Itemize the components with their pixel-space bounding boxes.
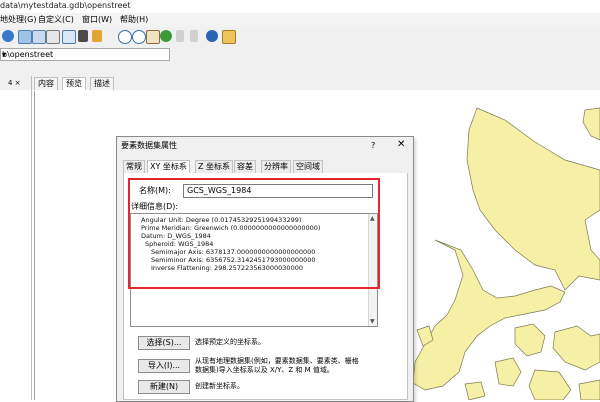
detail-line: Inverse Flattening: 298.2572235630000300… — [151, 264, 303, 272]
detail-line: Semiminor Axis: 6356752.3142451793000000… — [151, 256, 316, 264]
dialog-title: 要素数据集属性 — [121, 141, 177, 150]
zoom-in-icon[interactable] — [118, 30, 132, 44]
tab-z-coordinate-system[interactable]: Z 坐标系 — [195, 160, 234, 173]
new-description: 创建新坐标系。 — [195, 382, 244, 390]
menu-bar: 地处理(G) 自定义(C) 窗口(W) 帮助(H) — [0, 13, 600, 27]
open-folder-icon[interactable] — [222, 30, 236, 44]
pan-hand-icon[interactable] — [146, 30, 160, 44]
details-label: 详细信息(D): — [131, 202, 179, 211]
content-tabs: 内容 预览 描述 — [32, 76, 600, 91]
catalog-tree-pane: 4 × — [0, 76, 32, 400]
chevron-down-icon[interactable]: ▾ — [2, 49, 168, 60]
tab-tolerance[interactable]: 容差 — [234, 160, 256, 173]
window-title-bar: data\mytestdata.gdb\openstreet — [0, 0, 600, 13]
coordinate-system-name-field[interactable]: GCS_WGS_1984 — [183, 184, 373, 198]
forward-arrow-icon[interactable] — [190, 30, 198, 42]
detail-line: Semimajor Axis: 6378137.0000000000000000… — [151, 248, 316, 256]
tab-domain[interactable]: 空间域 — [293, 160, 323, 173]
map-polygon — [494, 357, 522, 387]
select-button-label: 选择(S)... — [146, 338, 182, 347]
standard-toolbar — [0, 27, 600, 48]
select-button[interactable]: 选择(S)... — [138, 336, 190, 350]
detail-line: Spheroid: WGS_1984 — [145, 240, 214, 248]
map-polygon — [528, 369, 572, 400]
new-button[interactable]: 新建(N) — [138, 380, 190, 394]
tool-icon[interactable] — [92, 30, 102, 42]
details-scrollbar[interactable]: ▲ ▼ — [368, 214, 377, 326]
menu-item-help[interactable]: 帮助(H) — [120, 14, 148, 26]
name-label: 名称(M): — [139, 186, 171, 195]
view-details-icon[interactable] — [62, 30, 76, 44]
map-polygon — [464, 381, 486, 400]
location-bar: b\openstreet ▾ — [0, 47, 600, 62]
connect-folder-icon[interactable] — [78, 30, 88, 42]
import-description: 从现有地理数据集(例如，要素数据集、要素类、栅格 — [195, 357, 359, 365]
new-button-label: 新建(N) — [149, 382, 179, 391]
map-frame-border — [34, 91, 35, 400]
menu-item-geoprocessing[interactable]: 地处理(G) — [0, 14, 36, 26]
toolbar-spacer — [0, 62, 600, 76]
scroll-up-arrow-icon[interactable]: ▲ — [370, 215, 375, 222]
full-extent-icon[interactable] — [160, 30, 172, 42]
map-polygon — [578, 379, 600, 400]
menu-item-customize[interactable]: 自定义(C) — [38, 14, 74, 26]
identify-icon[interactable] — [206, 30, 218, 42]
map-polygon — [514, 323, 546, 357]
map-features — [398, 107, 600, 400]
paste-icon[interactable] — [32, 30, 46, 44]
tab-contents[interactable]: 内容 — [34, 77, 58, 91]
map-polygon — [466, 107, 600, 291]
tab-resolution[interactable]: 分辨率 — [261, 160, 291, 173]
tab-preview[interactable]: 预览 — [62, 77, 86, 91]
copy-icon[interactable] — [18, 30, 32, 44]
location-input[interactable]: b\openstreet ▾ — [0, 48, 170, 61]
scroll-down-arrow-icon[interactable]: ▼ — [370, 318, 375, 325]
catalog-tree-header: 4 × — [0, 76, 31, 90]
map-polygon — [582, 107, 600, 141]
import-button[interactable]: 导入(I)... — [138, 359, 190, 373]
select-description: 选择预定义的坐标系。 — [195, 338, 265, 346]
detail-line: Prime Meridian: Greenwich (0.00000000000… — [141, 224, 321, 232]
import-button-label: 导入(I)... — [147, 361, 181, 370]
tab-xy-coordinate-system[interactable]: XY 坐标系 — [147, 160, 190, 174]
help-button[interactable]: ? — [371, 141, 375, 151]
menu-item-windows[interactable]: 窗口(W) — [82, 14, 112, 26]
coordinate-system-name-value: GCS_WGS_1984 — [187, 186, 252, 195]
tab-general[interactable]: 常规 — [123, 160, 145, 173]
map-polygon — [552, 325, 600, 371]
import-description: 数据集)导入坐标系以及 X/Y、Z 和 M 值域。 — [195, 366, 334, 374]
window-title: data\mytestdata.gdb\openstreet — [0, 1, 131, 10]
navigate-icon[interactable] — [2, 30, 14, 42]
details-textbox[interactable]: Angular Unit: Degree (0.0174532925199433… — [130, 213, 378, 327]
tab-description[interactable]: 描述 — [90, 77, 114, 91]
delete-icon[interactable] — [46, 30, 60, 44]
close-icon[interactable]: ✕ — [397, 140, 405, 150]
back-arrow-icon[interactable] — [176, 30, 184, 42]
zoom-out-icon[interactable] — [132, 30, 146, 44]
dialog-tabs: 常规 XY 坐标系 Z 坐标系 容差 分辨率 空间域 — [123, 160, 407, 174]
detail-line: Angular Unit: Degree (0.0174532925199433… — [141, 216, 302, 224]
feature-dataset-properties-dialog: 要素数据集属性 ? ✕ 常规 XY 坐标系 Z 坐标系 容差 分辨率 空间域 名… — [116, 136, 414, 402]
pin-close-controls[interactable]: 4 × — [8, 78, 21, 88]
detail-line: Datum: D_WGS_1984 — [141, 232, 211, 240]
